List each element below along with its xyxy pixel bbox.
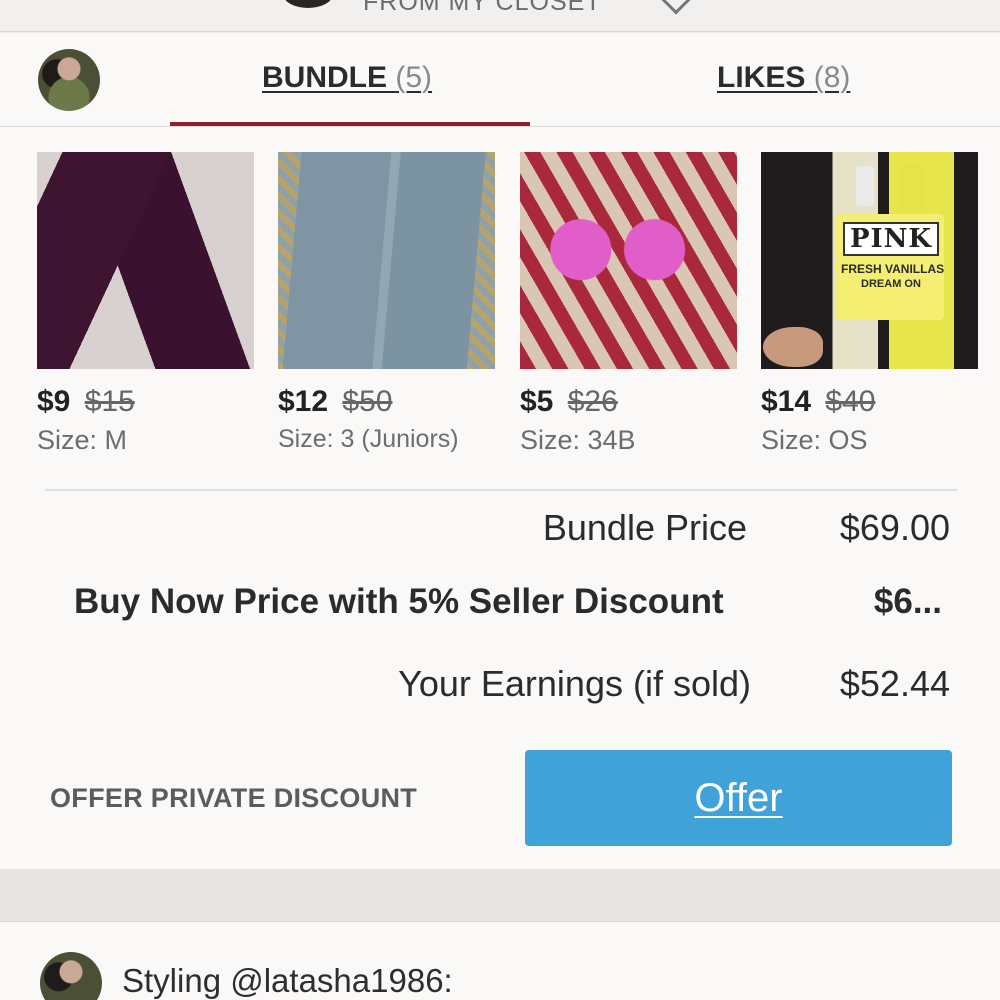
tab-likes[interactable]: LIKES (8) [717, 61, 850, 95]
bundle-item[interactable]: $5 $26 Size: 34B [520, 152, 738, 456]
active-tab-indicator [170, 122, 530, 126]
item-image-leggings[interactable] [37, 152, 254, 369]
tab-likes-label: LIKES [717, 61, 806, 94]
section-gap [0, 869, 1000, 921]
item-price-row: $12 $50 [278, 385, 496, 419]
item-price: $9 [37, 385, 71, 418]
tab-bundle[interactable]: BUNDLE (5) [262, 61, 432, 95]
item-size: Size: M [37, 425, 128, 455]
bundle-item[interactable]: PINK FRESH VANILLAS DREAM ON $14 $40 Siz… [761, 152, 979, 456]
item-price: $12 [278, 385, 329, 418]
item-original-price: $15 [84, 385, 135, 418]
commenter-avatar[interactable] [40, 952, 102, 1000]
bundle-price-label: Bundle Price [542, 507, 747, 548]
item-original-price: $40 [825, 385, 876, 418]
item-image-lotion[interactable]: PINK FRESH VANILLAS DREAM ON [761, 152, 978, 369]
lotion-label-line: FRESH VANILLAS [841, 262, 945, 276]
lotion-brand-text: PINK [843, 222, 939, 256]
summary-divider [45, 489, 957, 491]
item-size: Size: 34B [520, 425, 636, 455]
bundle-item[interactable]: $9 $15 Size: M [37, 152, 255, 456]
item-original-price: $26 [567, 385, 618, 418]
bundle-items: $9 $15 Size: M $12 $50 Size: 3 (Juniors)… [0, 152, 1000, 472]
lotion-pump [901, 164, 923, 216]
chevron-down-icon[interactable] [660, 0, 692, 15]
offer-private-discount-link[interactable]: OFFER PRIVATE DISCOUNT [50, 783, 417, 814]
buy-now-price-value: $6... [873, 582, 942, 621]
closet-title: FROM MY CLOSET [363, 0, 602, 16]
item-price-row: $9 $15 [37, 385, 255, 419]
hand [763, 327, 823, 367]
offer-button[interactable]: Offer [525, 750, 952, 846]
earnings-label: Your Earnings (if sold) [398, 663, 751, 704]
item-original-price: $50 [342, 385, 393, 418]
bundle-card: BUNDLE (5) LIKES (8) $9 $15 Size: M $12 … [0, 33, 1000, 869]
bundle-item[interactable]: $12 $50 Size: 3 (Juniors) [278, 152, 496, 454]
offer-button-label: Offer [694, 775, 783, 820]
bottle-cap [856, 166, 874, 206]
item-image-jeans[interactable] [278, 152, 495, 369]
item-image-bra[interactable] [520, 152, 737, 369]
bundle-price-value: $69.00 [839, 507, 950, 548]
closet-header[interactable]: FROM MY CLOSET [0, 0, 1000, 32]
item-size: Size: OS [761, 425, 868, 455]
item-price-row: $5 $26 [520, 385, 738, 419]
comment-text: Styling @latasha1986: [122, 962, 453, 999]
item-price: $5 [520, 385, 554, 418]
earnings-value: $52.44 [839, 663, 950, 704]
tab-bar: BUNDLE (5) LIKES (8) [0, 33, 1000, 127]
user-avatar[interactable] [38, 49, 100, 111]
closet-avatar [283, 0, 333, 8]
comment-row: Styling @latasha1986: [0, 921, 1000, 1000]
tab-bundle-count: (5) [395, 61, 433, 94]
buy-now-price-label: Buy Now Price with 5% Seller Discount [74, 582, 724, 621]
item-price: $14 [761, 385, 812, 418]
lotion-label-line: DREAM ON [861, 278, 921, 290]
tab-likes-count: (8) [813, 61, 851, 94]
item-size: Size: 3 (Juniors) [278, 425, 459, 453]
item-price-row: $14 $40 [761, 385, 979, 419]
tab-bundle-label: BUNDLE [262, 61, 387, 94]
